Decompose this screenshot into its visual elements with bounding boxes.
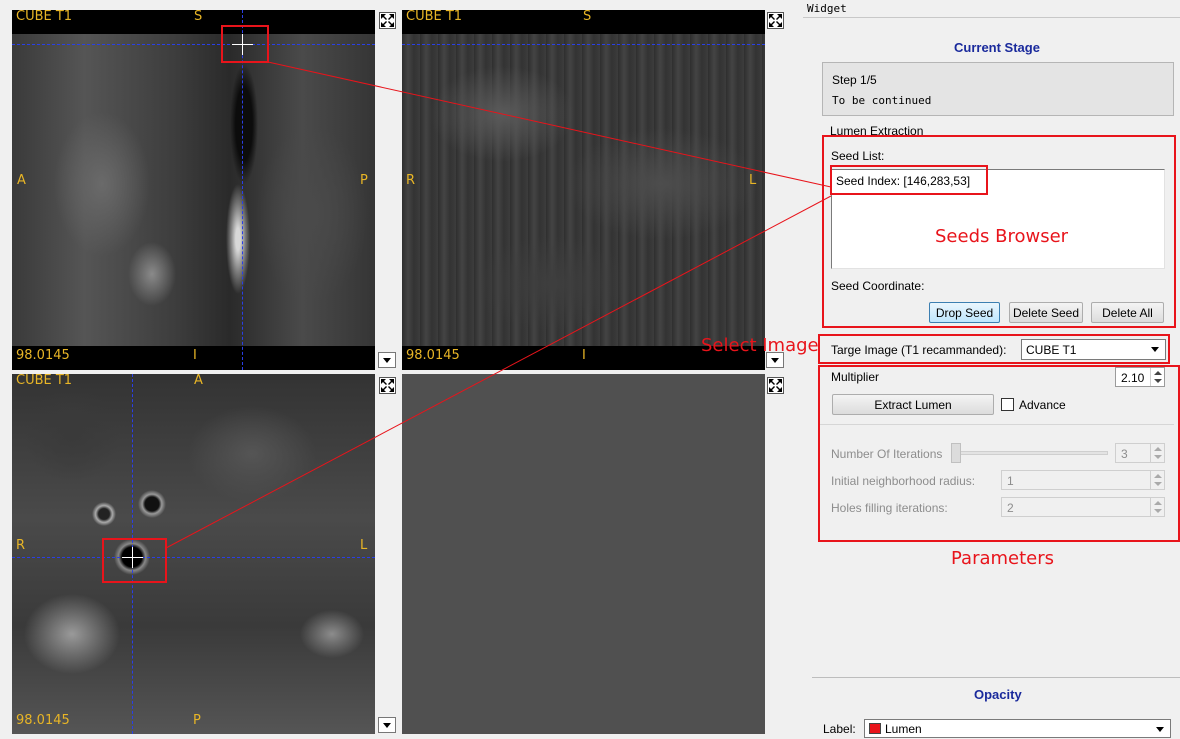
highlight-box-axial-seed [102, 538, 167, 583]
highlight-box-select-image [818, 334, 1170, 364]
highlight-box-parameters [818, 365, 1180, 542]
parameters-annotation: Parameters [951, 548, 1055, 569]
seeds-browser-annotation: Seeds Browser [935, 226, 1069, 247]
select-image-annotation: Select Image [701, 335, 819, 356]
highlight-box-sagittal-seed [221, 25, 269, 63]
